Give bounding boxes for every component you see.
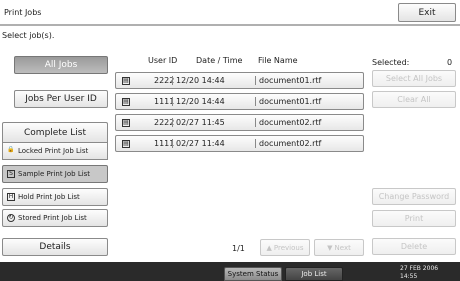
select-all-jobs-button[interactable]: Select All Jobs (372, 70, 456, 87)
row-file-name: document02.rtf (255, 139, 321, 148)
status-time: 14:55 (400, 273, 418, 280)
table-row[interactable]: ▤ 2222 12/20 14:44 document01.rtf (115, 72, 364, 89)
page-indicator: 1/1 (232, 244, 245, 253)
next-button[interactable]: ▼ Next (314, 239, 364, 256)
stored-print-job-list-button[interactable]: ↻ Stored Print Job List (2, 209, 108, 227)
previous-button[interactable]: ▲ Previous (260, 239, 310, 256)
table-row[interactable]: ▤ 2222 02/27 11:45 document02.rtf (115, 114, 364, 131)
clear-all-button[interactable]: Clear All (372, 91, 456, 108)
sample-print-job-list-label: Sample Print Job List (18, 170, 91, 178)
jobs-per-user-button[interactable]: Jobs Per User ID (14, 90, 108, 108)
locked-print-job-list-label: Locked Print Job List (18, 147, 89, 155)
exit-button[interactable]: Exit (398, 3, 456, 22)
lock-icon: 🔒 (7, 146, 15, 153)
down-arrow-icon: ▼ (327, 243, 333, 252)
header-bar: Print Jobs (0, 0, 460, 26)
table-row[interactable]: ▤ 1111 02/27 11:44 document02.rtf (115, 135, 364, 152)
stored-icon: ↻ (7, 214, 15, 222)
row-datetime: 12/20 14:44 (172, 76, 225, 85)
print-button[interactable]: Print (372, 210, 456, 227)
select-prompt: Select job(s). (2, 31, 55, 40)
sample-print-job-list-button[interactable]: S Sample Print Job List (2, 165, 108, 183)
print-icon: ▤ (122, 77, 130, 85)
row-file-name: document01.rtf (255, 97, 321, 106)
selected-label: Selected: (372, 58, 410, 67)
selected-count: 0 (447, 58, 453, 67)
page-title: Print Jobs (4, 8, 42, 17)
locked-print-job-list-button[interactable]: 🔒 Locked Print Job List (2, 142, 108, 160)
table-row[interactable]: ▤ 1111 12/20 14:44 document01.rtf (115, 93, 364, 110)
print-icon: ▤ (122, 119, 130, 127)
row-file-name: document02.rtf (255, 118, 321, 127)
delete-button[interactable]: Delete (372, 238, 456, 255)
hold-print-job-list-label: Hold Print Job List (18, 193, 80, 201)
complete-list-button[interactable]: Complete List (2, 122, 108, 142)
row-datetime: 12/20 14:44 (172, 97, 225, 106)
up-arrow-icon: ▲ (266, 243, 272, 252)
column-header-user-id: User ID (148, 56, 178, 65)
row-file-name: document01.rtf (255, 76, 321, 85)
print-icon: ▤ (122, 98, 130, 106)
sample-icon: S (7, 170, 15, 178)
change-password-button[interactable]: Change Password (372, 188, 456, 205)
system-status-tab[interactable]: System Status (224, 267, 282, 281)
stored-print-job-list-label: Stored Print Job List (18, 214, 87, 222)
hold-icon: H (7, 193, 15, 201)
job-list-tab[interactable]: Job List (285, 267, 343, 281)
details-button[interactable]: Details (2, 238, 108, 256)
row-datetime: 02/27 11:44 (172, 139, 225, 148)
hold-print-job-list-button[interactable]: H Hold Print Job List (2, 188, 108, 206)
column-header-datetime: Date / Time (196, 56, 243, 65)
next-label: Next (334, 243, 351, 252)
all-jobs-button[interactable]: All Jobs (14, 56, 108, 74)
print-icon: ▤ (122, 140, 130, 148)
column-header-file-name: File Name (258, 56, 298, 65)
previous-label: Previous (273, 243, 304, 252)
row-datetime: 02/27 11:45 (172, 118, 225, 127)
status-date: 27 FEB 2006 (400, 265, 439, 272)
